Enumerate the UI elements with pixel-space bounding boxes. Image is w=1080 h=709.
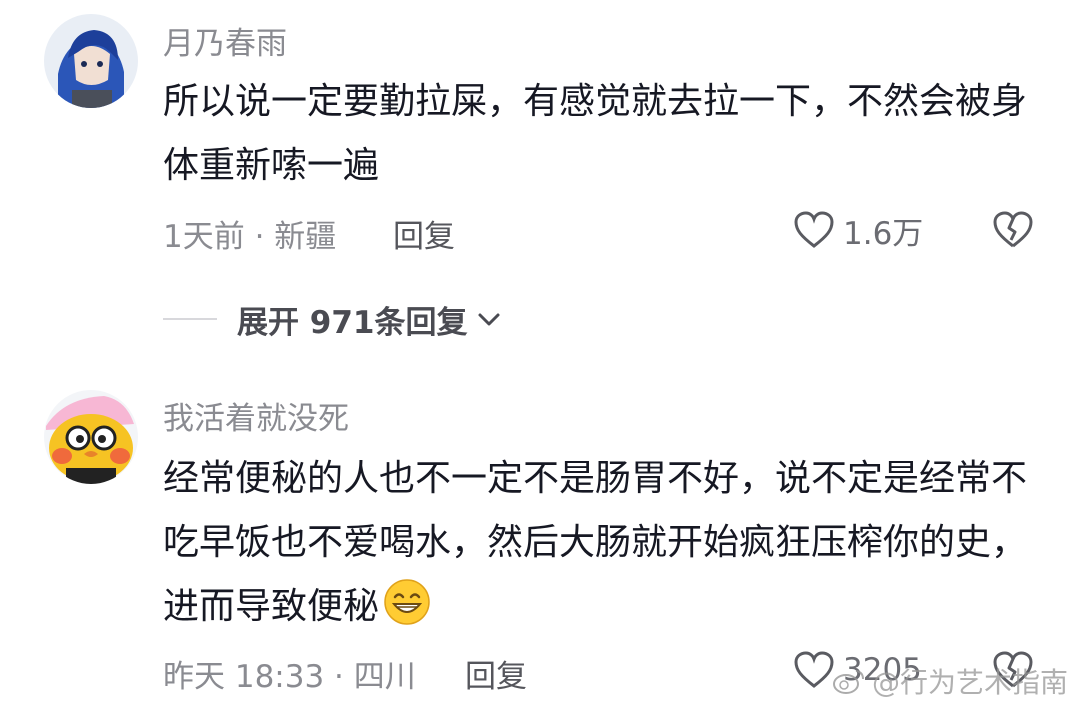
heart-icon [794, 651, 834, 688]
comment-meta: 昨天 18:33 · 四川 [163, 659, 416, 695]
dislike-button[interactable] [991, 208, 1035, 252]
comment-text: 所以说一定要勤拉屎，有感觉就去拉一下，不然会被身体重新嗦一遍 [163, 81, 1028, 186]
watermark-text: @行为艺术指南 [871, 666, 1068, 699]
heart-icon [794, 211, 834, 248]
expand-replies-label: 展开 971条回复 [237, 304, 468, 341]
divider [163, 318, 217, 320]
chevron-down-icon [478, 313, 500, 326]
reply-button[interactable]: 回复 [393, 211, 455, 256]
avatar[interactable] [44, 14, 138, 108]
comment-text-content: 经常便秘的人也不一定不是肠胃不好，说不定是经常不吃早饭也不爱喝水，然后大肠就开始… [163, 458, 1028, 627]
expand-replies-button[interactable]: 展开 971条回复 [163, 297, 504, 341]
grinning-emoji-icon [384, 579, 430, 625]
like-button[interactable]: 1.6万 [793, 208, 923, 252]
comment-username[interactable]: 月乃春雨 [163, 18, 287, 63]
comment-text: 经常便秘的人也不一定不是肠胃不好，说不定是经常不吃早饭也不爱喝水，然后大肠就开始… [163, 447, 1043, 639]
reply-button[interactable]: 回复 [465, 651, 527, 696]
comment-username[interactable]: 我活着就没死 [163, 393, 349, 438]
broken-heart-icon [993, 211, 1033, 248]
weibo-logo-icon [832, 670, 864, 694]
like-count: 1.6万 [843, 215, 924, 252]
watermark: @行为艺术指南 [832, 661, 1068, 701]
avatar[interactable] [44, 390, 138, 484]
comment-meta: 1天前 · 新疆 [163, 219, 337, 255]
